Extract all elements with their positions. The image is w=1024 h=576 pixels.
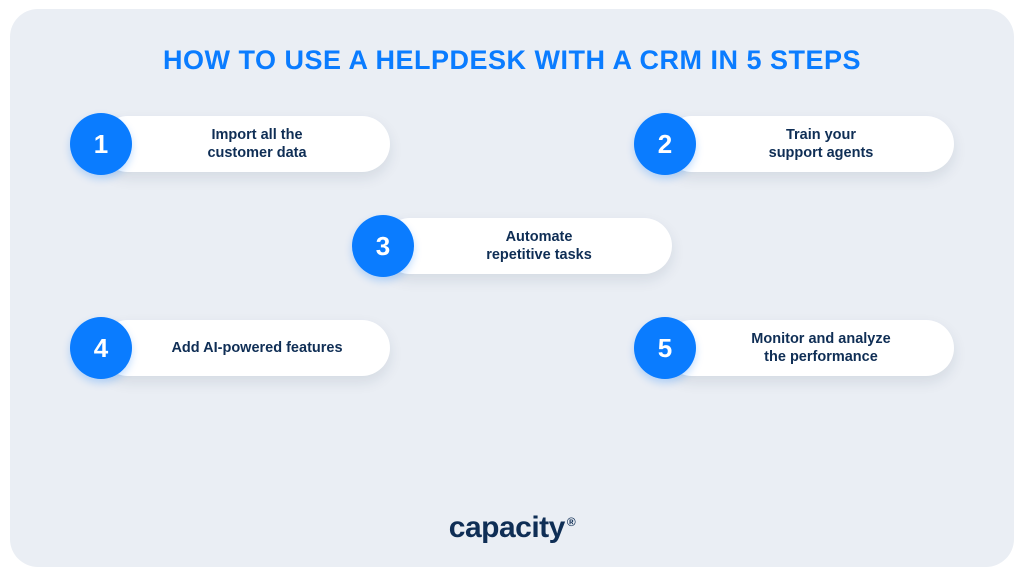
step-3-body: Automate repetitive tasks	[382, 218, 672, 274]
step-1-label: Import all the customer data	[207, 126, 306, 162]
step-2-label: Train your support agents	[769, 126, 874, 162]
step-5-body: Monitor and analyze the performance	[664, 320, 954, 376]
page-title: HOW TO USE A HELPDESK WITH A CRM IN 5 ST…	[50, 45, 974, 76]
step-2-body: Train your support agents	[664, 116, 954, 172]
step-5-badge: 5	[634, 317, 696, 379]
step-row-1: 1 Import all the customer data 2 Train y…	[50, 112, 974, 176]
step-4-label: Add AI-powered features	[171, 339, 342, 357]
step-5-label: Monitor and analyze the performance	[751, 330, 890, 366]
step-4: 4 Add AI-powered features	[70, 316, 390, 380]
step-2-badge: 2	[634, 113, 696, 175]
step-4-badge: 4	[70, 317, 132, 379]
step-1: 1 Import all the customer data	[70, 112, 390, 176]
steps-container: 1 Import all the customer data 2 Train y…	[50, 112, 974, 380]
registered-mark-icon: ®	[567, 515, 575, 529]
step-1-body: Import all the customer data	[100, 116, 390, 172]
step-3-label: Automate repetitive tasks	[486, 228, 592, 264]
step-3-badge: 3	[352, 215, 414, 277]
step-2: 2 Train your support agents	[634, 112, 954, 176]
step-1-badge: 1	[70, 113, 132, 175]
brand-name: capacity	[449, 511, 565, 544]
step-row-3: 4 Add AI-powered features 5 Monitor and …	[50, 316, 974, 380]
step-4-body: Add AI-powered features	[100, 320, 390, 376]
infographic-card: HOW TO USE A HELPDESK WITH A CRM IN 5 ST…	[10, 9, 1014, 567]
step-3: 3 Automate repetitive tasks	[352, 214, 672, 278]
step-5: 5 Monitor and analyze the performance	[634, 316, 954, 380]
brand-logo: capacity®	[10, 511, 1014, 545]
step-row-2: 3 Automate repetitive tasks	[50, 214, 974, 278]
